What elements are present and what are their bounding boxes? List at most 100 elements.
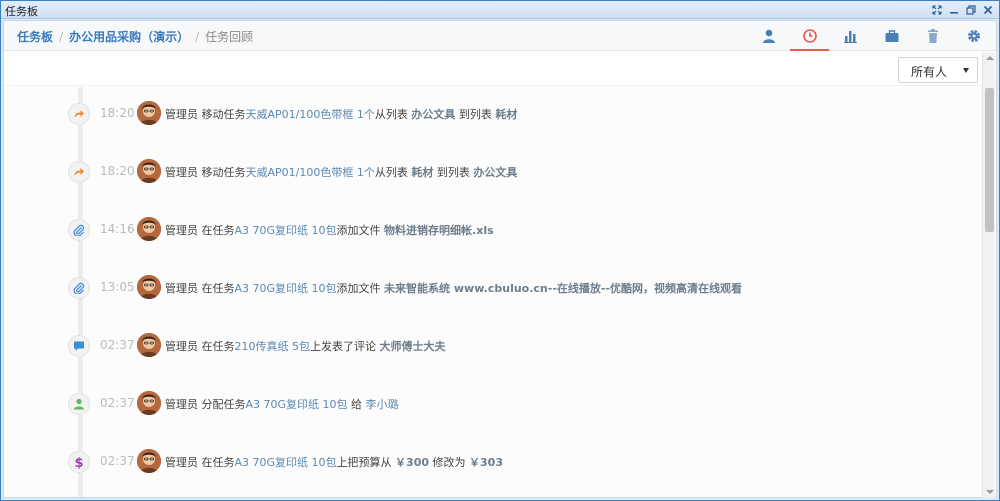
- activity-entry: $02:37 管理员 在任务A3 70G复印纸 10包上把预算从 ￥300 修改为…: [4, 446, 982, 476]
- user-icon: [762, 29, 775, 43]
- entry-time: 02:37: [100, 454, 135, 468]
- entry-detail: 从列表: [374, 166, 412, 179]
- entry-action: 在任务: [201, 340, 235, 353]
- trash-icon: [927, 29, 938, 43]
- entry-value: 办公文具: [411, 108, 456, 121]
- entry-detail: 从列表: [374, 108, 412, 121]
- avatar: [137, 391, 161, 415]
- entry-text: 管理员 在任务A3 70G复印纸 10包添加文件 未来智能系统 www.cbul…: [165, 280, 742, 296]
- svg-text:$: $: [74, 456, 83, 469]
- entry-user[interactable]: 管理员: [165, 398, 198, 411]
- entry-value: 耗材: [495, 108, 518, 121]
- entry-user[interactable]: 管理员: [165, 282, 198, 295]
- entry-time: 18:20: [100, 164, 135, 178]
- briefcase-icon: [885, 30, 898, 42]
- entry-text: 管理员 移动任务天威AP01/100色带框 1个从列表 办公文具 到列表 耗材: [165, 106, 517, 122]
- avatar: [137, 449, 161, 473]
- entry-value: ￥300: [395, 456, 430, 469]
- avatar: [137, 333, 161, 357]
- entry-action: 在任务: [201, 282, 235, 295]
- entry-user[interactable]: 管理员: [165, 456, 198, 469]
- entry-task-link[interactable]: A3 70G复印纸 10包: [235, 282, 337, 295]
- entry-text: 管理员 移动任务天威AP01/100色带框 1个从列表 耗材 到列表 办公文具: [165, 164, 517, 180]
- paperclip-icon: [68, 219, 90, 241]
- paperclip-icon: [68, 277, 90, 299]
- entry-assignee-link[interactable]: 李小璐: [366, 398, 399, 411]
- avatar: [137, 101, 161, 125]
- dollar-icon: $: [68, 451, 90, 473]
- archive-button[interactable]: [871, 21, 912, 51]
- entry-action: 分配任务: [201, 398, 246, 411]
- entry-task-link[interactable]: A3 70G复印纸 10包: [246, 398, 348, 411]
- breadcrumb-project[interactable]: 办公用品采购（演示）: [69, 30, 189, 44]
- title-bar: 任务板: [1, 1, 999, 19]
- entry-detail: 给: [347, 398, 366, 411]
- entry-value: 物料进销存明细帐.xls: [384, 224, 494, 237]
- breadcrumb-current: 任务回顾: [205, 30, 254, 44]
- minimize-icon[interactable]: [946, 2, 961, 17]
- avatar: [137, 275, 161, 299]
- avatar: [137, 217, 161, 241]
- entry-detail: 修改为: [429, 456, 470, 469]
- entry-task-link[interactable]: 天威AP01/100色带框 1个: [246, 108, 375, 121]
- window-title: 任务板: [5, 5, 38, 18]
- entry-task-link[interactable]: A3 70G复印纸 10包: [235, 456, 337, 469]
- gear-icon: [967, 30, 980, 42]
- vertical-scrollbar[interactable]: [982, 52, 995, 498]
- activity-entry: 14:16 管理员 在任务A3 70G复印纸 10包添加文件 物料进销存明细帐.x…: [4, 214, 982, 244]
- window-controls: [929, 2, 995, 17]
- entry-task-link[interactable]: 天威AP01/100色带框 1个: [246, 166, 375, 179]
- history-button[interactable]: [789, 21, 830, 51]
- breadcrumb-separator: /: [195, 30, 200, 44]
- top-bar: 任务板 / 办公用品采购（演示） / 任务回顾: [4, 21, 996, 51]
- scrollbar-thumb[interactable]: [985, 88, 994, 232]
- entry-text: 管理员 分配任务A3 70G复印纸 10包 给 李小璐: [165, 396, 399, 412]
- entry-user[interactable]: 管理员: [165, 224, 198, 237]
- entry-detail: 上把预算从: [336, 456, 396, 469]
- members-button[interactable]: [748, 21, 789, 51]
- main-content: 任务板 / 办公用品采购（演示） / 任务回顾 所有人 18:20 管理员 移动…: [3, 20, 997, 498]
- entry-text: 管理员 在任务A3 70G复印纸 10包上把预算从 ￥300 修改为 ￥303: [165, 454, 503, 470]
- fullscreen-icon[interactable]: [929, 2, 944, 17]
- entry-task-link[interactable]: 210传真纸 5包: [235, 340, 311, 353]
- settings-button[interactable]: [953, 21, 994, 51]
- user-assign-icon: [68, 393, 90, 415]
- entry-value: 办公文具: [473, 166, 518, 179]
- entry-detail: 添加文件: [336, 224, 385, 237]
- chevron-down-icon: [963, 68, 969, 73]
- entry-action: 在任务: [201, 456, 235, 469]
- entry-detail: 到列表: [433, 166, 474, 179]
- recycle-bin-button[interactable]: [912, 21, 953, 51]
- activity-feed: 18:20 管理员 移动任务天威AP01/100色带框 1个从列表 办公文具 到列…: [4, 87, 982, 497]
- restore-icon[interactable]: [963, 2, 978, 17]
- close-icon[interactable]: [980, 2, 995, 17]
- entry-user[interactable]: 管理员: [165, 108, 198, 121]
- entry-detail: 到列表: [455, 108, 496, 121]
- entry-action: 移动任务: [201, 166, 246, 179]
- entry-time: 14:16: [100, 222, 135, 236]
- entry-detail: 上发表了评论: [310, 340, 380, 353]
- entry-value: ￥303: [469, 456, 503, 469]
- activity-entry: 18:20 管理员 移动任务天威AP01/100色带框 1个从列表 办公文具 到列…: [4, 98, 982, 128]
- entry-value: 大师傅士大夫: [379, 340, 446, 353]
- entry-time: 13:05: [100, 280, 135, 294]
- scroll-down-icon[interactable]: [986, 490, 994, 494]
- statistics-button[interactable]: [830, 21, 871, 51]
- entry-value: 未来智能系统 www.cbuluo.cn--在线播放--优酷网，视频高清在线观看: [384, 282, 743, 295]
- entry-detail: 添加文件: [336, 282, 385, 295]
- entry-user[interactable]: 管理员: [165, 340, 198, 353]
- filter-bar: 所有人: [4, 52, 996, 86]
- member-filter-select[interactable]: 所有人: [898, 57, 978, 83]
- avatar: [137, 159, 161, 183]
- bar-chart-icon: [843, 31, 857, 43]
- entry-task-link[interactable]: A3 70G复印纸 10包: [235, 224, 337, 237]
- entry-time: 02:37: [100, 338, 135, 352]
- entry-text: 管理员 在任务210传真纸 5包上发表了评论 大师傅士大夫: [165, 338, 446, 354]
- entry-action: 在任务: [201, 224, 235, 237]
- forward-arrow-icon: [68, 161, 90, 183]
- app-window: 任务板 任务板 / 办公用品采购（演示） / 任务回顾 所有人 18:20 管理…: [0, 0, 1000, 501]
- entry-user[interactable]: 管理员: [165, 166, 198, 179]
- breadcrumb-root[interactable]: 任务板: [17, 30, 53, 44]
- member-filter-value: 所有人: [911, 65, 948, 79]
- scroll-up-icon[interactable]: [986, 56, 994, 60]
